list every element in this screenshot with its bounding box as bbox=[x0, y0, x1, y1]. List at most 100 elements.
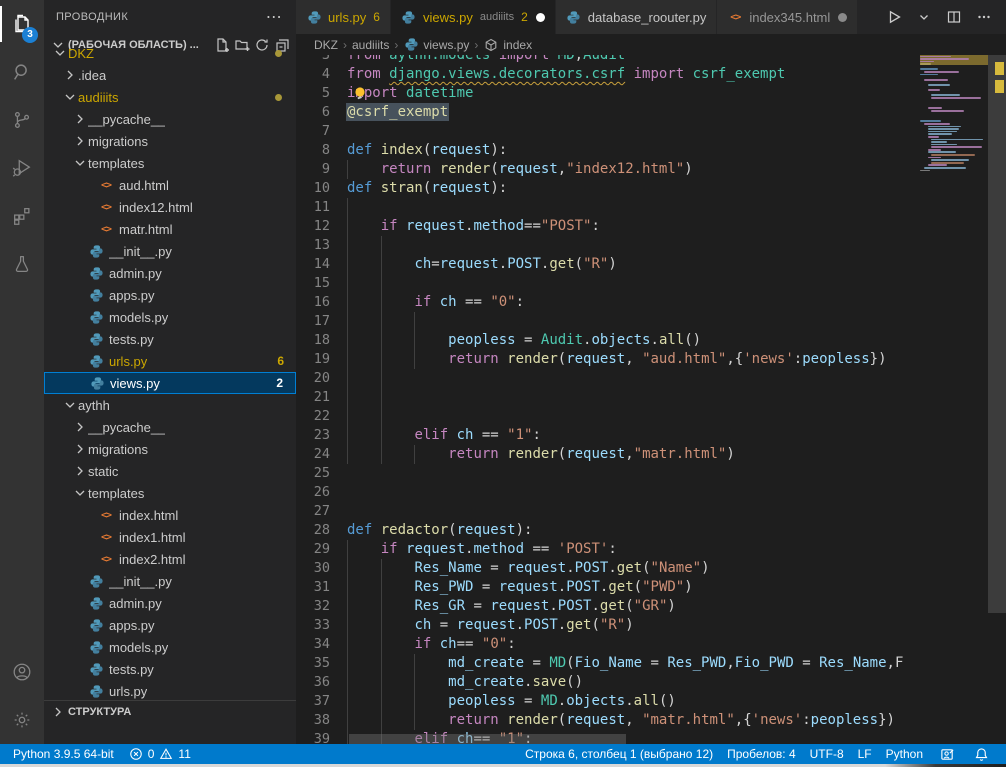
indent-guide bbox=[347, 445, 348, 464]
indent-guide bbox=[347, 559, 348, 578]
tree-item-templates[interactable]: templates bbox=[44, 152, 296, 174]
more-actions-button[interactable] bbox=[974, 7, 994, 27]
activity-item-run-debug[interactable] bbox=[0, 144, 44, 192]
code-line-11: 11 bbox=[296, 198, 920, 217]
activity-item-settings[interactable] bbox=[0, 696, 44, 744]
tree-item-audiiits[interactable]: audiiits bbox=[44, 86, 296, 108]
notifications-button[interactable] bbox=[964, 744, 998, 764]
lightbulb-icon[interactable] bbox=[353, 86, 367, 101]
symbol-icon bbox=[483, 37, 499, 53]
activity-item-testing[interactable] bbox=[0, 240, 44, 288]
tree-item--init-py[interactable]: __init__.py bbox=[44, 240, 296, 262]
tree-item-admin-py[interactable]: admin.py bbox=[44, 592, 296, 614]
python-file-icon bbox=[88, 661, 104, 677]
tree-item-tests-py[interactable]: tests.py bbox=[44, 658, 296, 680]
python-file-icon bbox=[89, 375, 105, 391]
indent-guide bbox=[381, 692, 382, 711]
tree-item-templates[interactable]: templates bbox=[44, 482, 296, 504]
tree-item-label: index12.html bbox=[119, 200, 193, 215]
split-editor-button[interactable] bbox=[944, 7, 964, 27]
tree-item-index1-html[interactable]: <>index1.html bbox=[44, 526, 296, 548]
tree-item-aythh[interactable]: aythh bbox=[44, 394, 296, 416]
tree-item-label: matr.html bbox=[119, 222, 172, 237]
line-number: 7 bbox=[296, 122, 330, 141]
python-file-icon bbox=[88, 331, 104, 347]
tree-item-tests-py[interactable]: tests.py bbox=[44, 328, 296, 350]
breadcrumb-item-index[interactable]: index bbox=[483, 37, 532, 53]
tree-item-admin-py[interactable]: admin.py bbox=[44, 262, 296, 284]
tree-item-urls-py[interactable]: urls.py bbox=[44, 680, 296, 700]
activity-item-accounts[interactable] bbox=[0, 648, 44, 696]
cursor-position-status[interactable]: Строка 6, столбец 1 (выбрано 12) bbox=[518, 744, 720, 764]
indentation-status[interactable]: Пробелов: 4 bbox=[720, 744, 803, 764]
tree-item-dkz[interactable]: DKZ bbox=[44, 48, 296, 64]
python-interpreter-status[interactable]: Python 3.9.5 64-bit bbox=[6, 744, 121, 764]
indent-guide bbox=[347, 635, 348, 654]
indent-guide bbox=[347, 711, 348, 730]
python-file-icon bbox=[88, 265, 104, 281]
language-mode-status[interactable]: Python bbox=[879, 744, 930, 764]
tree-item-label: static bbox=[88, 464, 118, 479]
feedback-button[interactable] bbox=[930, 744, 964, 764]
indent-guide bbox=[381, 578, 382, 597]
breadcrumb-item-audiiits[interactable]: audiiits bbox=[352, 38, 389, 52]
run-python-file-button[interactable] bbox=[884, 7, 904, 27]
tree-item-models-py[interactable]: models.py bbox=[44, 636, 296, 658]
tree-item-matr-html[interactable]: <>matr.html bbox=[44, 218, 296, 240]
indent-guide bbox=[347, 369, 348, 388]
chevron-right-icon bbox=[72, 111, 88, 127]
activity-item-search[interactable] bbox=[0, 48, 44, 96]
encoding-status[interactable]: UTF-8 bbox=[803, 744, 851, 764]
tree-item--idea[interactable]: .idea bbox=[44, 64, 296, 86]
activity-item-explorer[interactable]: 3 bbox=[0, 0, 44, 48]
code-editor[interactable]: 3from aythh.models import MD,Audit4from … bbox=[296, 55, 920, 744]
python-file-icon bbox=[88, 639, 104, 655]
tree-item-views-py[interactable]: views.py2 bbox=[44, 372, 296, 394]
tree-item-apps-py[interactable]: apps.py bbox=[44, 614, 296, 636]
tree-item--pycache-[interactable]: __pycache__ bbox=[44, 108, 296, 130]
modified-dot bbox=[275, 50, 282, 57]
minimap[interactable] bbox=[920, 55, 988, 744]
vertical-scrollbar[interactable] bbox=[988, 55, 1006, 613]
run-dropdown-button[interactable] bbox=[914, 7, 934, 27]
overview-ruler[interactable] bbox=[988, 55, 1006, 744]
tree-item-index-html[interactable]: <>index.html bbox=[44, 504, 296, 526]
breadcrumb-separator: › bbox=[474, 38, 478, 52]
tree-item-label: apps.py bbox=[109, 288, 155, 303]
line-number: 37 bbox=[296, 692, 330, 711]
explorer-more-actions-button[interactable]: ⋯ bbox=[264, 7, 284, 27]
tree-item--pycache-[interactable]: __pycache__ bbox=[44, 416, 296, 438]
tree-item-aud-html[interactable]: <>aud.html bbox=[44, 174, 296, 196]
code-line-16: 16 if ch == "0": bbox=[296, 293, 920, 312]
tab-views-py[interactable]: views.pyaudiiits2 bbox=[391, 0, 556, 34]
tree-item-models-py[interactable]: models.py bbox=[44, 306, 296, 328]
tab-database-roouter-py[interactable]: database_roouter.py bbox=[556, 0, 718, 34]
indent-guide bbox=[347, 673, 348, 692]
tree-item--init-py[interactable]: __init__.py bbox=[44, 570, 296, 592]
indent-guide bbox=[381, 293, 382, 312]
line-number: 30 bbox=[296, 559, 330, 578]
explorer-badge: 3 bbox=[22, 27, 38, 43]
tab-index345-html[interactable]: <>index345.html bbox=[717, 0, 858, 34]
tree-item-migrations[interactable]: migrations bbox=[44, 438, 296, 460]
tree-item-index12-html[interactable]: <>index12.html bbox=[44, 196, 296, 218]
tree-item-urls-py[interactable]: urls.py6 bbox=[44, 350, 296, 372]
tree-item-apps-py[interactable]: apps.py bbox=[44, 284, 296, 306]
chevron-down-icon bbox=[62, 89, 78, 105]
tree-item-index2-html[interactable]: <>index2.html bbox=[44, 548, 296, 570]
code-line-8: 8def index(request): bbox=[296, 141, 920, 160]
breadcrumb[interactable]: DKZ›audiiits›views.py›index bbox=[296, 34, 1006, 55]
breadcrumb-item-dkz[interactable]: DKZ bbox=[314, 38, 338, 52]
tab-urls-py[interactable]: urls.py6 bbox=[296, 0, 391, 34]
breadcrumb-item-views-py[interactable]: views.py bbox=[403, 37, 469, 53]
horizontal-scrollbar[interactable] bbox=[349, 734, 626, 744]
activity-item-source-control[interactable] bbox=[0, 96, 44, 144]
chevron-down-icon bbox=[72, 155, 88, 171]
error-count: 0 bbox=[148, 747, 155, 761]
tree-item-static[interactable]: static bbox=[44, 460, 296, 482]
activity-item-extensions[interactable] bbox=[0, 192, 44, 240]
outline-section-header[interactable]: СТРУКТУРА bbox=[44, 700, 296, 722]
problems-status[interactable]: 0 11 bbox=[121, 744, 198, 764]
eol-status[interactable]: LF bbox=[851, 744, 879, 764]
tree-item-migrations[interactable]: migrations bbox=[44, 130, 296, 152]
